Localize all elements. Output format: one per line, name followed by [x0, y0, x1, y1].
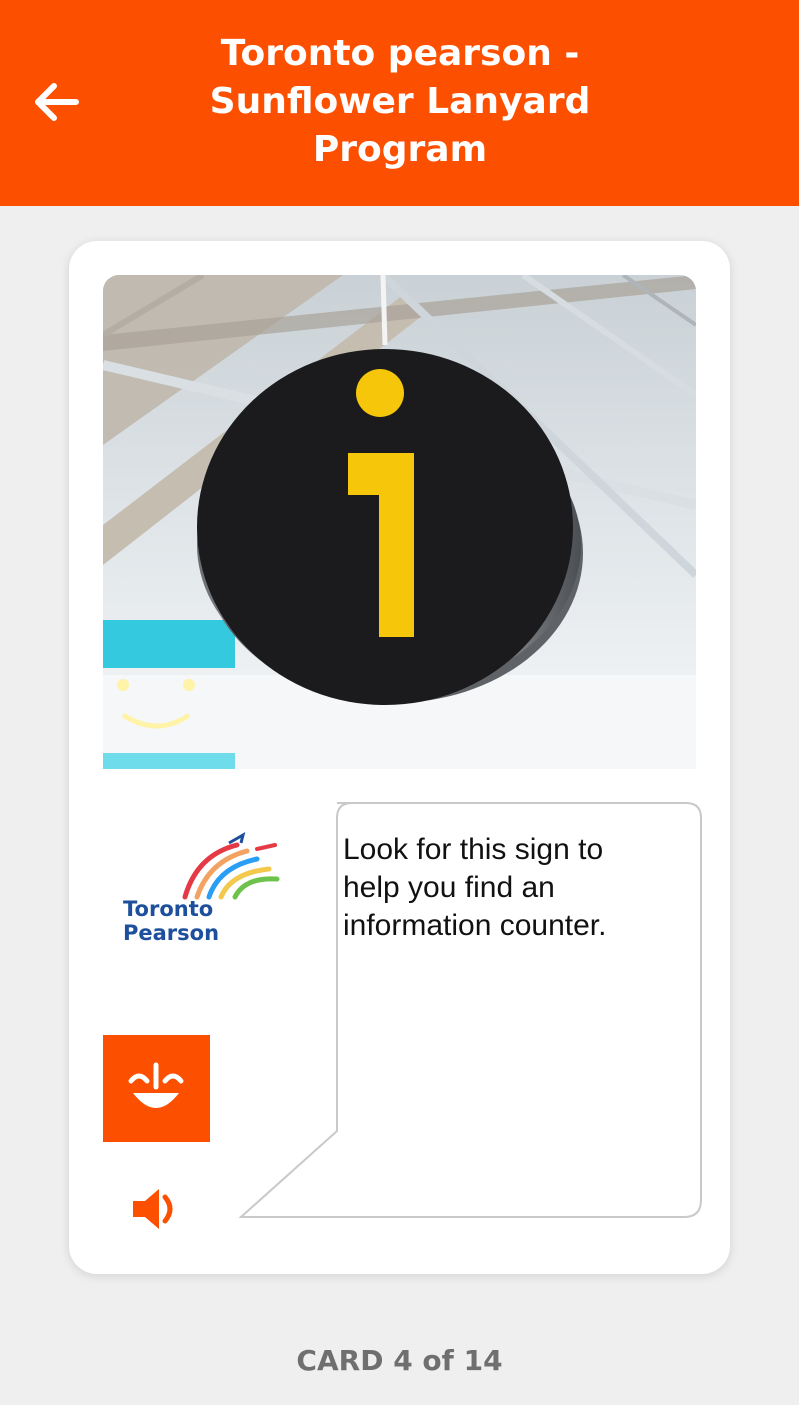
speech-text: Look for this sign to help you find an i…: [343, 831, 683, 945]
card-counter: CARD 4 of 14: [296, 1344, 503, 1377]
avatar-button[interactable]: [103, 1035, 210, 1142]
speech-text-line: information counter.: [343, 909, 607, 942]
logo-line: Pearson: [123, 921, 220, 945]
speaker-icon: [133, 1189, 173, 1229]
arrow-left-icon: [35, 83, 79, 121]
information-sign-photo: [103, 275, 696, 769]
logo-wordmark: Toronto Pearson: [123, 897, 219, 945]
logo-line: Toronto: [123, 897, 214, 921]
page-title-line: Toronto pearson -: [220, 33, 580, 74]
page-title: Toronto pearson - Sunflower Lanyard Prog…: [150, 30, 650, 174]
app-header: Toronto pearson - Sunflower Lanyard Prog…: [0, 0, 799, 206]
speech-text-line: help you find an: [343, 871, 555, 904]
smiling-face-icon: [128, 1062, 184, 1108]
content-card: Toronto Pearson Look for this sign to he…: [69, 241, 730, 1274]
speech-text-line: Look for this sign to: [343, 833, 604, 866]
page-title-line: Program: [312, 129, 488, 170]
page-title-line: Sunflower Lanyard: [209, 81, 591, 122]
play-audio-button[interactable]: [127, 1181, 187, 1237]
back-button[interactable]: [28, 76, 84, 128]
